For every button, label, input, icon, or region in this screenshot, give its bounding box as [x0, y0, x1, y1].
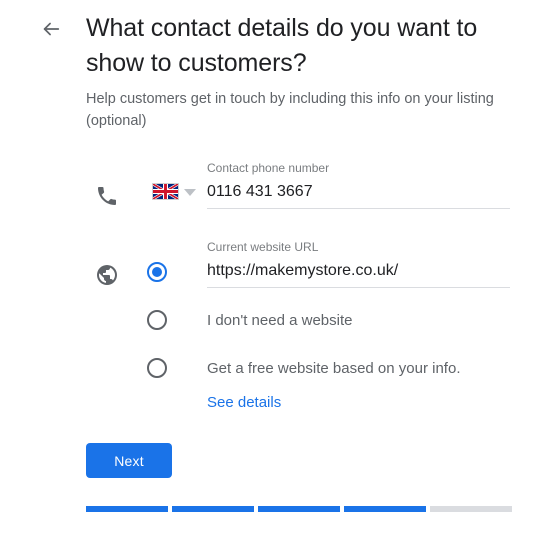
arrow-left-icon: [40, 18, 62, 40]
radio-free-website[interactable]: [147, 358, 167, 378]
contact-phone-label: Contact phone number: [207, 161, 330, 175]
contact-phone-row: Contact phone number: [0, 158, 552, 214]
radio-free-website-label[interactable]: Get a free website based on your info.: [207, 359, 460, 379]
phone-icon: [95, 184, 119, 208]
current-website-label: Current website URL: [207, 240, 319, 254]
current-website-input[interactable]: [207, 260, 510, 282]
progress-segment: [172, 506, 254, 512]
uk-flag-icon[interactable]: [152, 183, 179, 200]
see-details-link[interactable]: See details: [207, 393, 281, 413]
contact-phone-input[interactable]: [207, 181, 510, 203]
contact-phone-underline: [207, 208, 510, 209]
progress-indicator: [86, 506, 512, 512]
page-title: What contact details do you want to show…: [86, 14, 478, 77]
contact-phone-field: Contact phone number: [207, 158, 510, 214]
next-button[interactable]: Next: [86, 443, 172, 478]
progress-segment: [86, 506, 168, 512]
progress-segment: [344, 506, 426, 512]
page-subtitle: Help customers get in touch by including…: [86, 91, 494, 129]
radio-no-website[interactable]: [147, 310, 167, 330]
radio-no-website-label[interactable]: I don't need a website: [207, 311, 352, 331]
back-button[interactable]: [38, 16, 64, 42]
chevron-down-icon[interactable]: [184, 189, 196, 196]
globe-icon: [95, 263, 119, 287]
current-website-field: Current website URL: [207, 237, 510, 293]
current-website-underline: [207, 287, 510, 288]
progress-segment: [258, 506, 340, 512]
radio-current-website[interactable]: [147, 262, 167, 282]
current-website-row: Current website URL: [0, 237, 552, 293]
progress-segment: [430, 506, 512, 512]
